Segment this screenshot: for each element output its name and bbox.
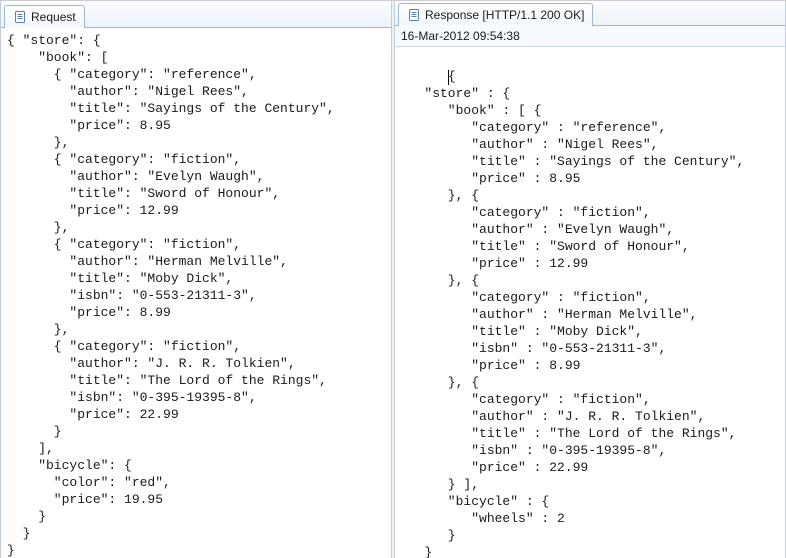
- tab-response[interactable]: Response [HTTP/1.1 200 OK]: [398, 3, 593, 26]
- response-content: { "store" : { "book" : [ { "category" : …: [401, 69, 744, 558]
- response-panel: Response [HTTP/1.1 200 OK] 16-Mar-2012 0…: [394, 1, 786, 558]
- request-tabbar: Request: [1, 1, 391, 28]
- tab-request-label: Request: [31, 10, 76, 24]
- split-view: Request { "store": { "book": [ { "catego…: [0, 0, 786, 558]
- response-tabbar: Response [HTTP/1.1 200 OK]: [395, 1, 785, 26]
- request-editor[interactable]: { "store": { "book": [ { "category": "re…: [1, 28, 391, 558]
- response-status: 16-Mar-2012 09:54:38: [395, 26, 785, 47]
- tab-request[interactable]: Request: [4, 5, 85, 28]
- response-editor[interactable]: { "store" : { "book" : [ { "category" : …: [395, 47, 785, 558]
- tab-response-label: Response [HTTP/1.1 200 OK]: [425, 8, 584, 22]
- document-icon: [13, 10, 27, 24]
- request-panel: Request { "store": { "book": [ { "catego…: [0, 1, 392, 558]
- document-icon: [407, 8, 421, 22]
